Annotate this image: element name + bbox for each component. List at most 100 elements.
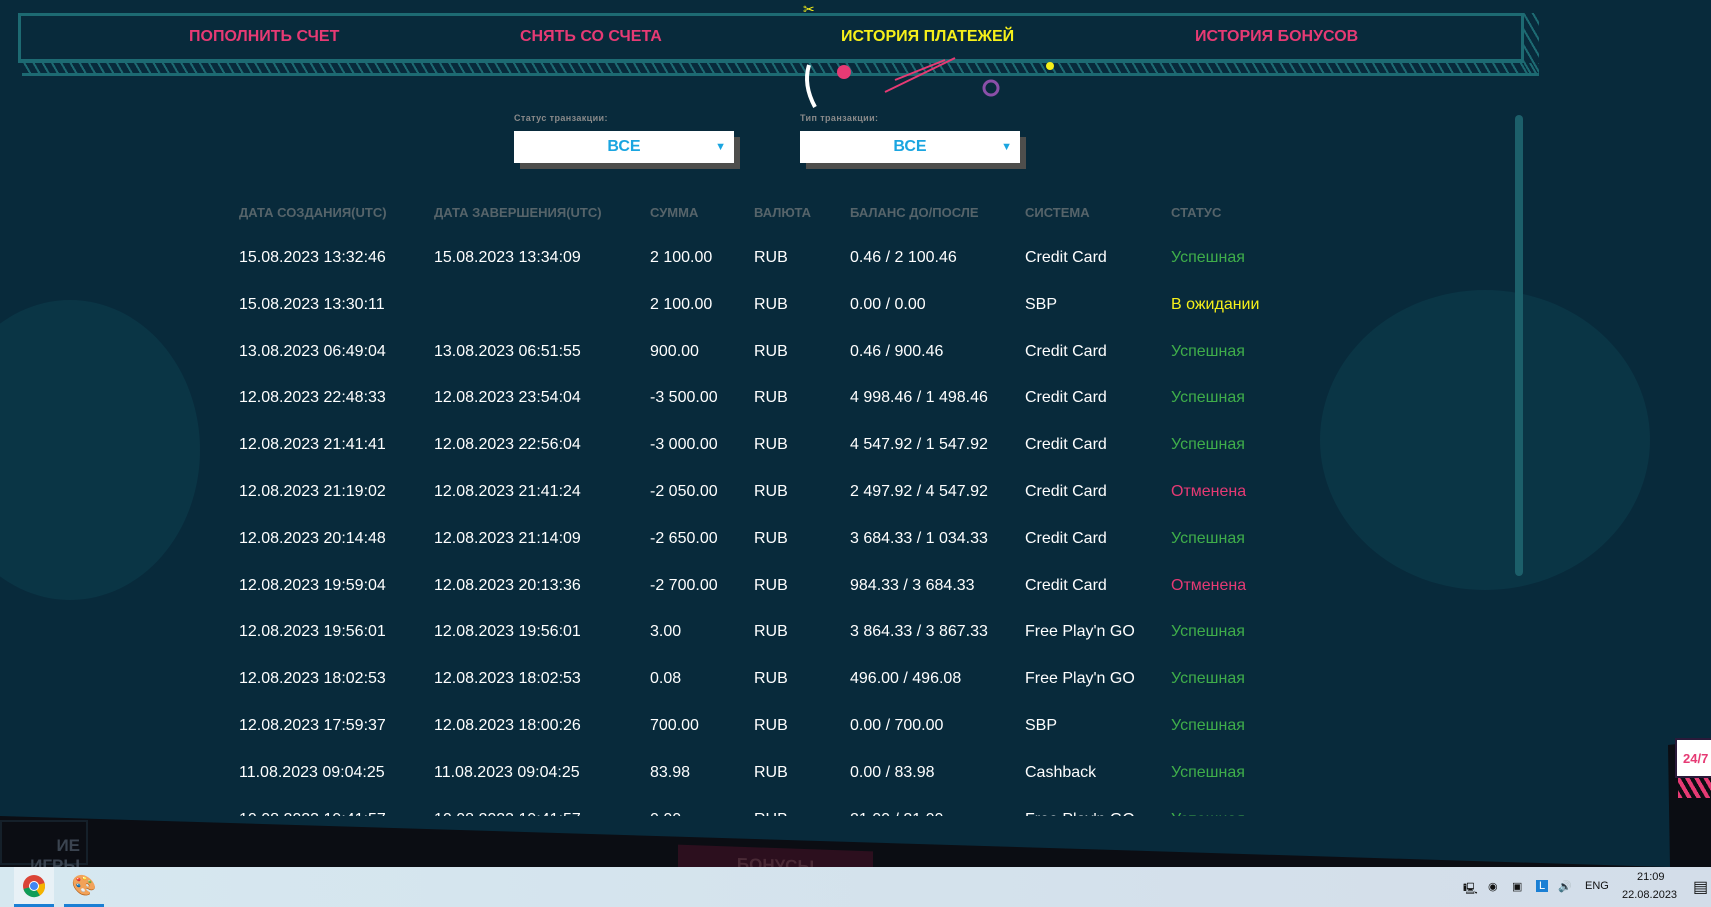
system-cell: Cashback	[1025, 763, 1097, 781]
amount-cell: 900.00	[650, 342, 699, 360]
completed-date-cell: 10.08.2023 19:41:57	[434, 811, 581, 816]
completed-date-cell: 12.08.2023 20:13:36	[434, 576, 581, 594]
status-cell: Успешная	[1171, 529, 1245, 547]
header-amount: СУММА	[650, 205, 699, 220]
completed-date-cell: 12.08.2023 18:00:26	[434, 717, 581, 734]
status-cell: Успешная	[1171, 342, 1245, 360]
created-date-cell: 12.08.2023 21:41:41	[239, 436, 386, 454]
notifications-icon[interactable]: ▤	[1693, 877, 1708, 897]
completed-date-cell: 12.08.2023 19:56:01	[434, 623, 581, 641]
table-row: 15.08.2023 13:30:11 2 100.00 RUB 0.00 / 0.0…	[0, 296, 1400, 342]
created-date-cell: 13.08.2023 06:49:04	[239, 342, 386, 360]
balance-cell: 21.00 / 21.00	[850, 811, 943, 816]
currency-cell: RUB	[754, 483, 788, 500]
system-cell: SBP	[1025, 295, 1058, 313]
amount-cell: -2 050.00	[650, 483, 718, 500]
language-indicator[interactable]: ENG	[1585, 880, 1609, 892]
completed-date-cell: 13.08.2023 06:51:55	[434, 342, 581, 360]
scrollbar[interactable]	[1515, 115, 1523, 576]
currency-cell: RUB	[754, 436, 788, 454]
amount-cell: 2 100.00	[650, 249, 713, 266]
paint-icon: 🎨	[71, 875, 97, 897]
created-date-cell: 12.08.2023 21:19:02	[239, 483, 386, 500]
header-system: СИСТЕМА	[1025, 205, 1090, 220]
chrome-taskbar-button[interactable]	[14, 867, 54, 907]
currency-cell: RUB	[754, 342, 788, 360]
completed-date-cell: 12.08.2023 21:14:09	[434, 529, 581, 547]
status-cell: Успешная	[1171, 249, 1245, 266]
status-cell: Успешная	[1171, 389, 1245, 407]
created-date-cell: 12.08.2023 19:59:04	[239, 576, 386, 594]
created-date-cell: 15.08.2023 13:30:11	[239, 295, 385, 313]
balance-cell: 4 998.46 / 1 498.46	[850, 389, 988, 407]
status-cell: Успешная	[1171, 670, 1245, 688]
network-icon[interactable]: 🖳	[1463, 880, 1478, 899]
table-row: 12.08.2023 19:59:04 12.08.2023 20:13:36 -2…	[0, 577, 1400, 623]
status-cell: Отменена	[1171, 576, 1247, 594]
header-completed: ДАТА ЗАВЕРШЕНИЯ(UTC)	[434, 205, 602, 220]
status-cell: Отменена	[1171, 483, 1247, 500]
completed-date-cell: 12.08.2023 23:54:04	[434, 389, 581, 407]
created-date-cell: 12.08.2023 18:02:53	[239, 670, 386, 688]
balance-cell: 0.46 / 2 100.46	[850, 249, 957, 266]
status-cell: Успешная	[1171, 436, 1245, 454]
balance-cell: 0.00 / 83.98	[850, 763, 935, 781]
balance-cell: 2 497.92 / 4 547.92	[850, 483, 988, 500]
balance-cell: 0.00 / 0.00	[850, 295, 926, 313]
table-row: 12.08.2023 22:48:33 12.08.2023 23:54:04 -3…	[0, 389, 1400, 435]
amount-cell: 700.00	[650, 717, 699, 734]
balance-cell: 984.33 / 3 684.33	[850, 576, 975, 594]
amount-cell: 3.00	[650, 623, 682, 641]
transactions-table: ДАТА СОЗДАНИЯ(UTC) ДАТА ЗАВЕРШЕНИЯ(UTC) СУ…	[0, 0, 1711, 816]
amount-cell: 2 100.00	[650, 295, 713, 313]
completed-date-cell: 12.08.2023 18:02:53	[434, 670, 581, 688]
system-cell: SBP	[1025, 717, 1058, 734]
currency-cell: RUB	[754, 576, 788, 594]
completed-date-cell: 12.08.2023 21:41:24	[434, 483, 581, 500]
currency-cell: RUB	[754, 623, 788, 641]
table-row: 12.08.2023 17:59:37 12.08.2023 18:00:26 70…	[0, 717, 1400, 763]
balance-cell: 496.00 / 496.08	[850, 670, 962, 688]
amount-cell: -3 000.00	[650, 436, 718, 454]
created-date-cell: 12.08.2023 17:59:37	[239, 717, 386, 734]
created-date-cell: 10.08.2023 19:41:57	[239, 811, 386, 816]
created-date-cell: 15.08.2023 13:32:46	[239, 249, 386, 266]
games-button[interactable]: ИЕ ИГРЫ	[0, 820, 88, 875]
balance-cell: 3 864.33 / 3 867.33	[850, 623, 988, 641]
volume-icon[interactable]: 🔊	[1558, 880, 1572, 893]
chat-decoration	[1678, 778, 1711, 798]
system-cell: Credit Card	[1025, 436, 1107, 454]
app-tray-icon[interactable]: ◉	[1488, 880, 1498, 893]
created-date-cell: 11.08.2023 09:04:25	[239, 763, 385, 781]
taskbar: 🎨 🖳 ◉ ▣ L 🔊 ENG 21:09 22.08.2023 ▤	[0, 867, 1711, 907]
completed-date-cell: 11.08.2023 09:04:25	[434, 763, 580, 781]
currency-cell: RUB	[754, 811, 788, 816]
system-cell: Free Play'n GO	[1025, 623, 1135, 641]
table-row: 11.08.2023 09:04:25 11.08.2023 09:04:25 83…	[0, 764, 1400, 810]
balance-cell: 4 547.92 / 1 547.92	[850, 436, 988, 454]
nvidia-icon[interactable]: ▣	[1512, 880, 1522, 893]
currency-cell: RUB	[754, 249, 788, 266]
clock-time[interactable]: 21:09	[1637, 871, 1665, 883]
system-cell: Free Play'n GO	[1025, 670, 1135, 688]
clock-date[interactable]: 22.08.2023	[1622, 889, 1677, 901]
table-row: 12.08.2023 20:14:48 12.08.2023 21:14:09 -2…	[0, 530, 1400, 576]
l-app-icon[interactable]: L	[1536, 880, 1549, 892]
table-row: 12.08.2023 19:56:01 12.08.2023 19:56:01 3.…	[0, 623, 1400, 669]
amount-cell: 83.98	[650, 763, 691, 781]
created-date-cell: 12.08.2023 19:56:01	[239, 623, 386, 641]
table-row: 15.08.2023 13:32:46 15.08.2023 13:34:09 2 …	[0, 249, 1400, 295]
table-row: 12.08.2023 21:19:02 12.08.2023 21:41:24 -2…	[0, 483, 1400, 529]
paint-taskbar-button[interactable]: 🎨	[64, 867, 104, 907]
system-cell: Credit Card	[1025, 529, 1107, 547]
header-currency: ВАЛЮТА	[754, 205, 812, 220]
support-chat-button[interactable]: 24/7	[1675, 738, 1711, 778]
completed-date-cell: 12.08.2023 22:56:04	[434, 436, 581, 454]
header-status: СТАТУС	[1171, 205, 1222, 220]
completed-date-cell: 15.08.2023 13:34:09	[434, 249, 581, 266]
header-created: ДАТА СОЗДАНИЯ(UTC)	[239, 205, 387, 220]
currency-cell: RUB	[754, 717, 788, 734]
balance-cell: 0.00 / 700.00	[850, 717, 944, 734]
amount-cell: -2 700.00	[650, 576, 718, 594]
status-cell: Успешная	[1171, 623, 1245, 641]
